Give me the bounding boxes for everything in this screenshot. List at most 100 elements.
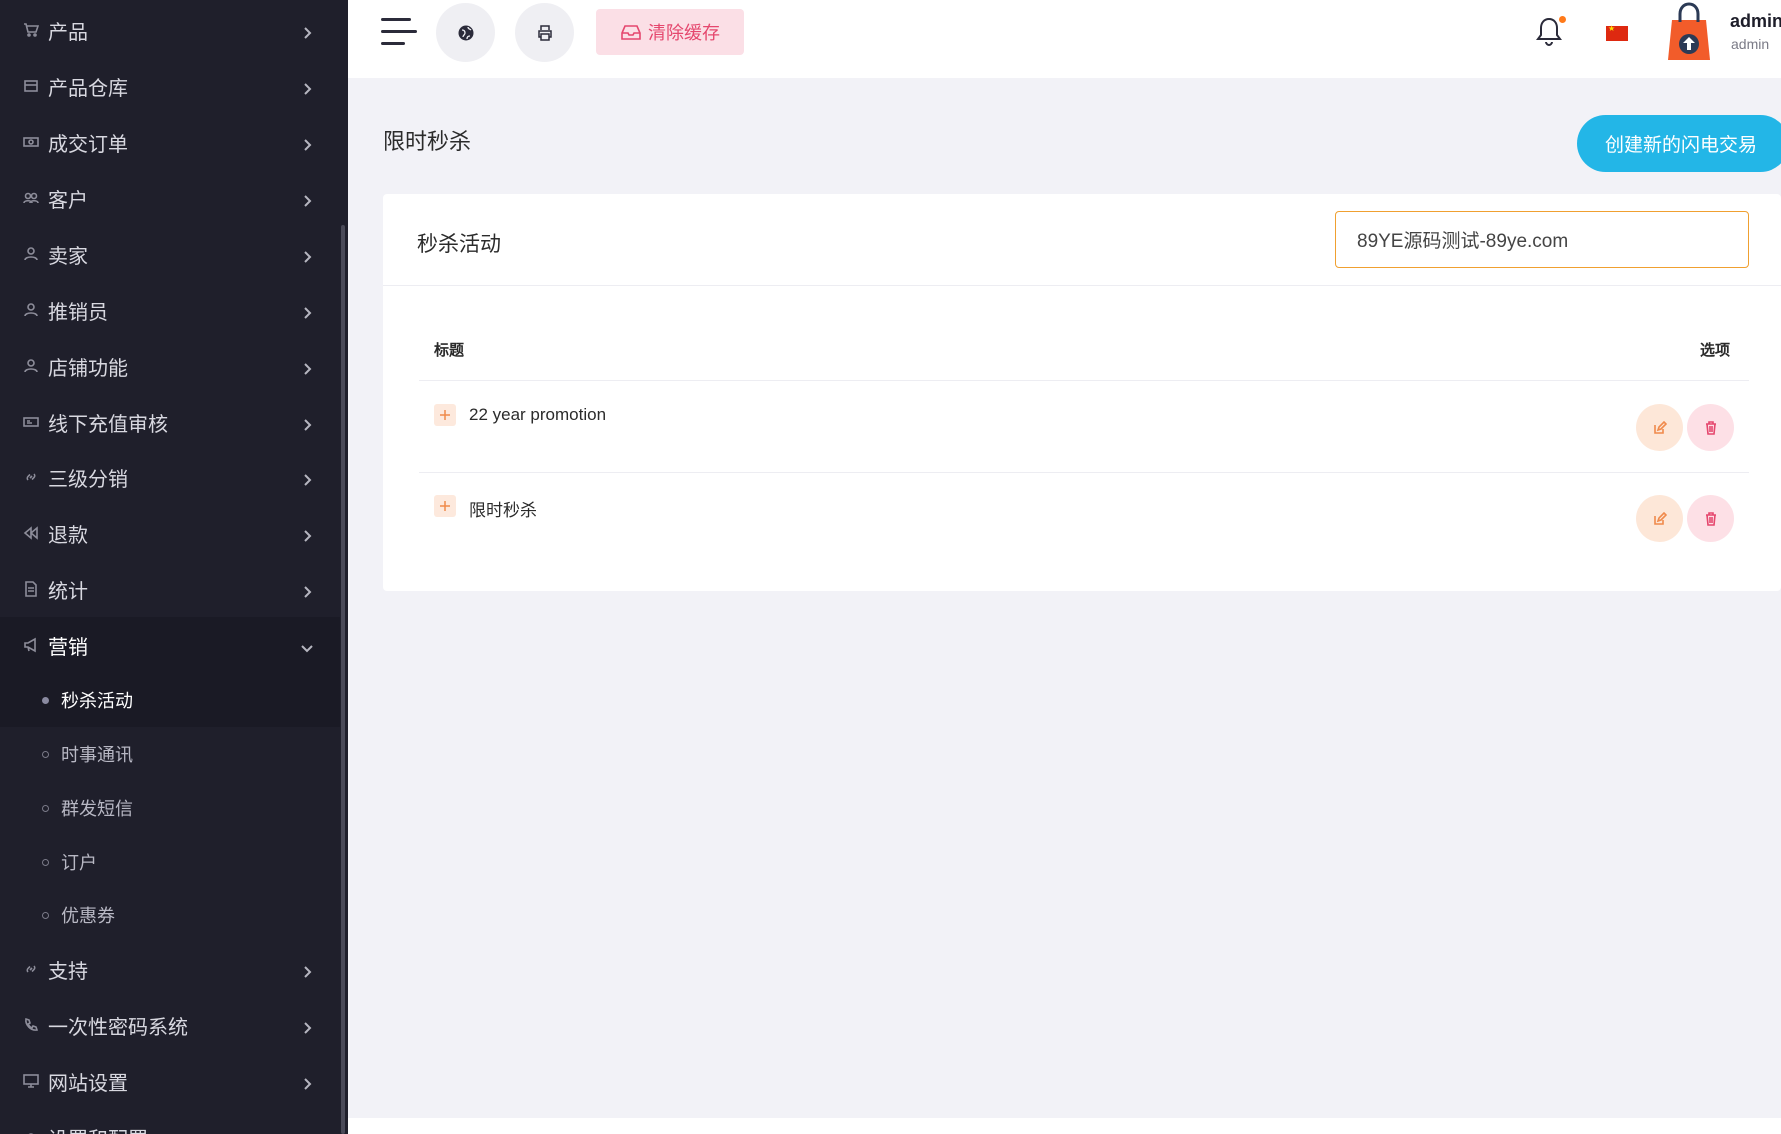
card-title: 秒杀活动 — [417, 233, 501, 256]
sidebar-item-label: 统计 — [48, 580, 88, 603]
phone-icon — [22, 1016, 40, 1034]
rewind-icon — [22, 524, 40, 542]
edit-button[interactable] — [1636, 404, 1683, 451]
monitor-icon — [22, 1072, 40, 1090]
submenu-item-label: 秒杀活动 — [61, 691, 133, 711]
sidebar-item-salesmen[interactable]: 推销员 — [0, 282, 340, 338]
plus-icon — [440, 501, 450, 511]
chevron-right-icon — [300, 415, 314, 431]
submenu-item-bulk-sms[interactable]: 群发短信 — [0, 781, 340, 835]
user-role: admin — [1731, 36, 1770, 52]
expand-button[interactable] — [434, 404, 456, 426]
submenu-item-label: 订户 — [61, 853, 97, 873]
chevron-right-icon — [300, 359, 314, 375]
edit-button[interactable] — [1636, 495, 1683, 542]
sidebar-item-label: 客户 — [48, 189, 88, 212]
sidebar-item-refunds[interactable]: 退款 — [0, 505, 340, 561]
table-row: 限时秒杀 — [419, 472, 1749, 562]
sidebar-item-marketing[interactable]: 营销 — [0, 617, 340, 673]
chevron-right-icon — [300, 1074, 314, 1090]
topbar: 清除缓存 admin admin — [348, 0, 1781, 78]
user-icon — [22, 301, 40, 319]
edit-icon — [1653, 511, 1667, 525]
trash-icon — [1705, 511, 1716, 526]
sidebar: 产品 产品仓库 成交订单 客户 卖家 推销员 店铺功能 线下充值审核 三级分销 — [0, 0, 348, 1134]
chevron-right-icon — [300, 1130, 314, 1134]
trash-icon — [1705, 420, 1716, 435]
clear-cache-label: 清除缓存 — [648, 23, 720, 43]
search-input[interactable] — [1335, 211, 1749, 268]
chevron-down-icon — [300, 638, 314, 653]
chevron-right-icon — [300, 470, 314, 486]
chevron-right-icon — [300, 962, 314, 978]
sidebar-item-website-settings[interactable]: 网站设置 — [0, 1053, 340, 1109]
create-flash-deal-button[interactable]: 创建新的闪电交易 — [1577, 115, 1781, 172]
bullet-icon — [42, 911, 49, 919]
sidebar-item-label: 产品 — [48, 21, 88, 44]
table-row: 22 year promotion — [419, 381, 1749, 471]
chevron-right-icon — [300, 191, 314, 207]
sidebar-item-distribution[interactable]: 三级分销 — [0, 449, 340, 505]
chevron-right-icon — [300, 135, 314, 151]
sidebar-item-label: 营销 — [48, 636, 88, 659]
cart-icon — [22, 21, 40, 39]
column-header-options: 选项 — [1700, 342, 1731, 359]
sidebar-item-offline-recharge[interactable]: 线下充值审核 — [0, 394, 340, 450]
clear-cache-button[interactable]: 清除缓存 — [596, 9, 744, 55]
china-flag-icon[interactable] — [1606, 24, 1628, 41]
sidebar-item-customers[interactable]: 客户 — [0, 170, 340, 226]
sidebar-item-label: 网站设置 — [48, 1072, 128, 1095]
users-icon — [22, 189, 40, 207]
print-button[interactable] — [515, 3, 574, 62]
sidebar-item-otp-system[interactable]: 一次性密码系统 — [0, 997, 340, 1053]
bullet-icon — [42, 804, 49, 812]
warehouse-icon — [22, 77, 40, 95]
globe-button[interactable] — [436, 3, 495, 62]
sidebar-item-statistics[interactable]: 统计 — [0, 561, 340, 617]
user-icon — [22, 245, 40, 263]
submenu-item-coupons[interactable]: 优惠券 — [0, 888, 340, 942]
submenu-item-label: 优惠券 — [61, 906, 115, 926]
sidebar-item-label: 产品仓库 — [48, 77, 128, 100]
sidebar-scrollbar[interactable] — [341, 225, 345, 1134]
submenu-item-flash-sale[interactable]: 秒杀活动 — [0, 673, 340, 727]
expand-button[interactable] — [434, 495, 456, 517]
sidebar-item-label: 支持 — [48, 960, 88, 983]
sidebar-item-products[interactable]: 产品 — [0, 2, 340, 58]
bullet-icon — [42, 696, 49, 704]
card-icon — [22, 413, 40, 431]
money-icon — [22, 133, 40, 151]
sidebar-item-support[interactable]: 支持 — [0, 941, 340, 997]
link-icon — [22, 960, 40, 978]
printer-icon — [537, 24, 552, 41]
sidebar-item-label: 成交订单 — [48, 133, 128, 156]
sidebar-item-config[interactable]: 设置和配置 — [0, 1109, 340, 1134]
delete-button[interactable] — [1687, 495, 1734, 542]
document-icon — [22, 580, 40, 598]
footer — [348, 1118, 1781, 1134]
user-name[interactable]: admin — [1730, 11, 1781, 32]
sidebar-item-warehouse[interactable]: 产品仓库 — [0, 58, 340, 114]
column-header-title: 标题 — [434, 342, 465, 359]
sidebar-item-orders[interactable]: 成交订单 — [0, 114, 340, 170]
submenu-item-newsletter[interactable]: 时事通讯 — [0, 727, 340, 781]
avatar[interactable] — [1664, 0, 1714, 62]
sidebar-item-sellers[interactable]: 卖家 — [0, 226, 340, 282]
submenu-item-subscribers[interactable]: 订户 — [0, 835, 340, 889]
submenu-item-label: 时事通讯 — [61, 745, 133, 765]
sidebar-item-label: 线下充值审核 — [48, 413, 168, 436]
flash-sale-card: 秒杀活动 标题 选项 22 year promotion 限时秒杀 — [383, 194, 1781, 591]
delete-button[interactable] — [1687, 404, 1734, 451]
menu-toggle-icon[interactable] — [381, 18, 417, 48]
sidebar-item-label: 三级分销 — [48, 468, 128, 491]
sidebar-item-label: 一次性密码系统 — [48, 1016, 188, 1039]
chevron-right-icon — [300, 1018, 314, 1034]
page-title: 限时秒杀 — [383, 129, 472, 154]
submenu-item-label: 群发短信 — [61, 799, 133, 819]
sidebar-item-shop-features[interactable]: 店铺功能 — [0, 338, 340, 394]
card-header: 秒杀活动 — [383, 194, 1781, 286]
bullet-icon — [42, 750, 49, 758]
user-icon — [22, 357, 40, 375]
edit-icon — [1653, 420, 1667, 434]
chevron-right-icon — [300, 79, 314, 95]
